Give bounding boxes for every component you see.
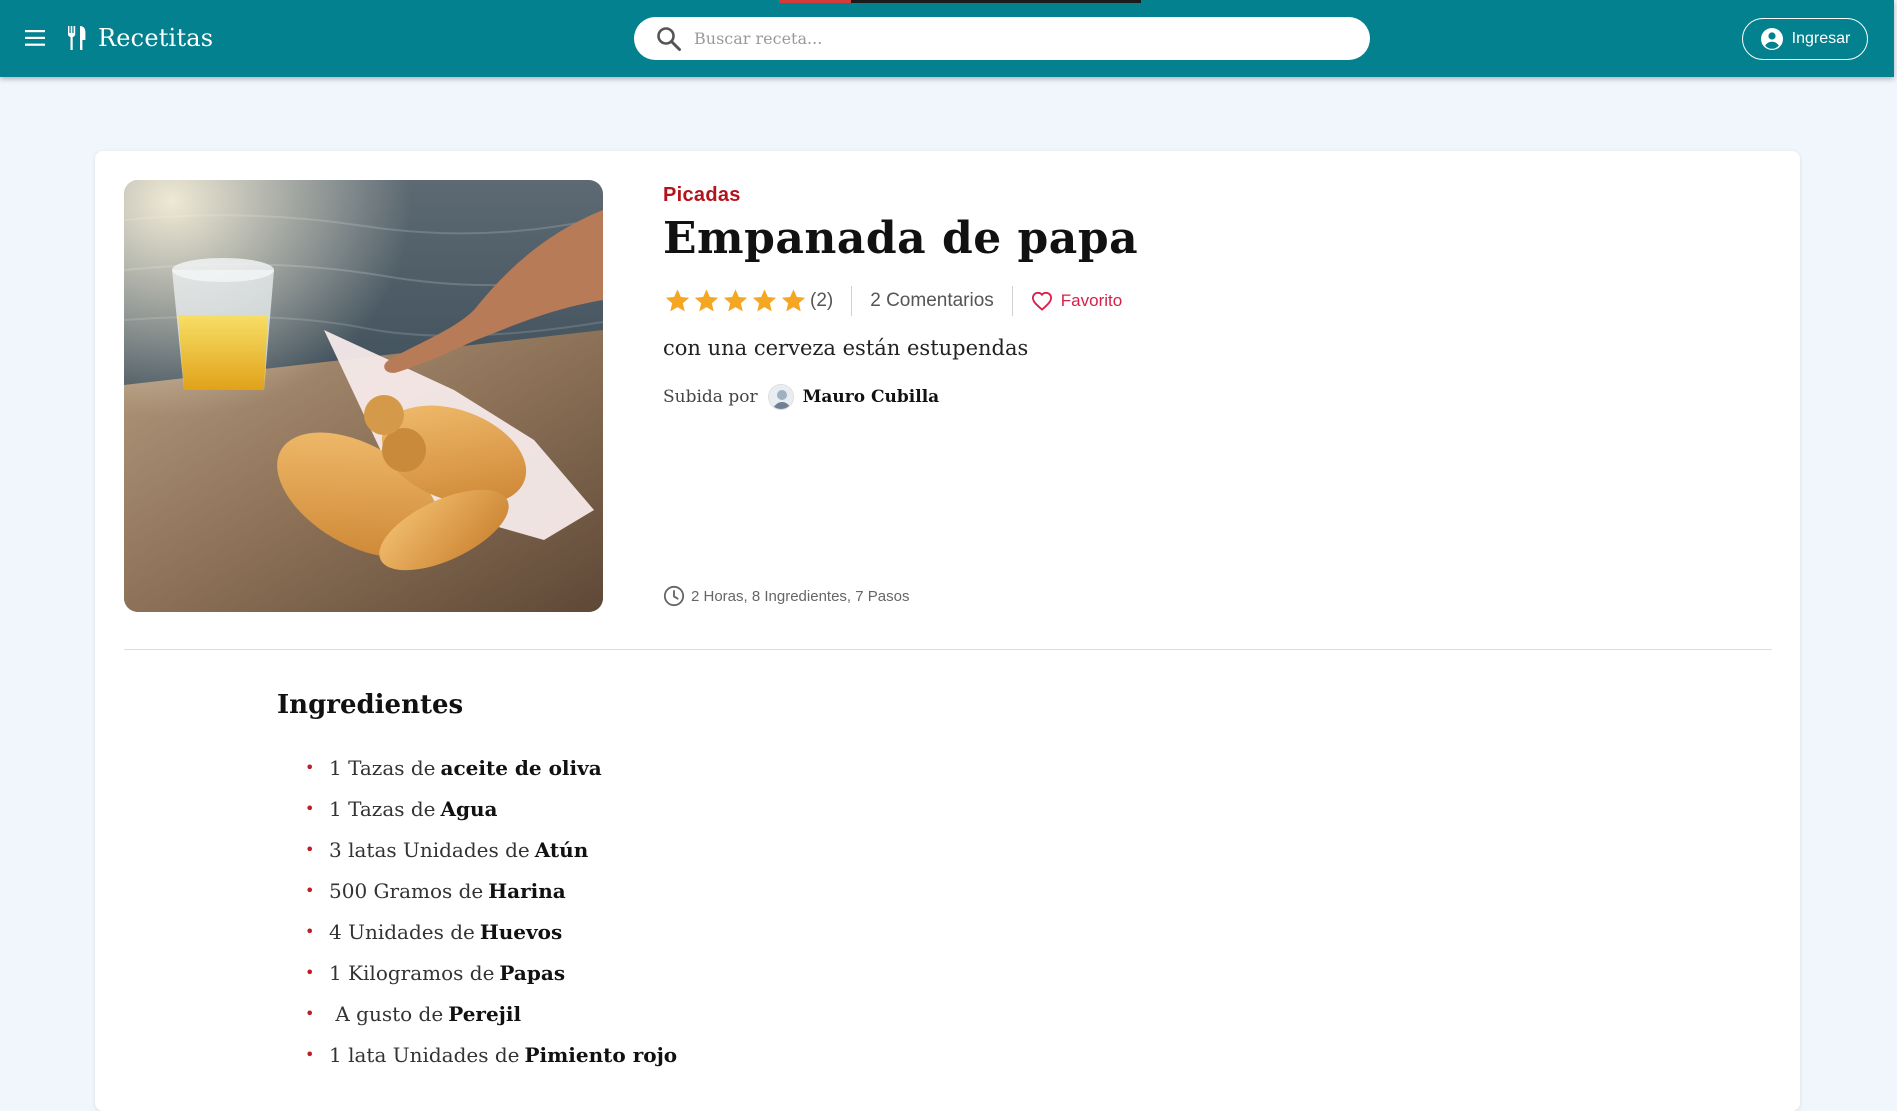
heart-outline-icon [1031,291,1052,311]
bullet-icon: • [305,799,315,818]
bullet-icon: • [305,1004,315,1023]
recipe-summary-text: 2 Horas, 8 Ingredientes, 7 Pasos [691,587,910,605]
recipe-description: con una cerveza están estupendas [663,336,1029,360]
search-icon [657,26,681,51]
brand-name: Recetitas [98,24,214,52]
ingredient-amount: 4 Unidades de [329,919,475,944]
ingredient-amount: A gusto de [329,1001,444,1026]
ingredients-title: Ingredientes [277,690,464,720]
ingredient-item: • 1 Tazas de Agua [305,788,677,829]
bullet-icon: • [305,963,315,982]
menu-button[interactable] [20,22,52,54]
section-divider [124,649,1772,650]
recipe-title: Empanada de papa [663,213,1139,264]
favorite-label: Favorito [1060,291,1123,310]
ingredient-item: • A gusto de Perejil [305,993,677,1034]
bullet-icon: • [305,758,315,777]
brand-link[interactable]: Recetitas [66,18,213,58]
search-input[interactable] [692,28,1332,49]
recipe-card: Picadas Empanada de papa (2) 2 Comentari… [95,151,1800,1111]
comments-link[interactable]: 2 Comentarios [870,290,994,312]
ingredient-item: • 1 Tazas de aceite de oliva [305,747,677,788]
avatar-image [768,385,793,409]
bullet-icon: • [305,881,315,900]
meta-divider [1011,286,1013,316]
author-row: Subida por Mauro Cubilla [663,384,1763,410]
ingredient-item: • 500 Gramos de Harina [305,870,677,911]
ingredient-amount: 1 Tazas de [329,796,436,821]
recipe-meta: (2) 2 Comentarios Favorito [663,284,1763,318]
star-icon [723,289,748,312]
ingredient-name: Harina [488,878,566,903]
loading-progress-bar [779,0,1141,3]
recipe-summary: 2 Horas, 8 Ingredientes, 7 Pasos [663,585,909,607]
bullet-icon: • [305,922,315,941]
avatar[interactable] [767,384,794,410]
star-icon [752,289,777,312]
ingredient-name: aceite de oliva [440,755,602,780]
recipe-category[interactable]: Picadas [663,184,1763,207]
uploaded-by-label: Subida por [663,387,758,407]
ingredient-amount: 1 Tazas de [329,755,436,780]
account-circle-icon [1760,28,1783,50]
ingredient-item: • 4 Unidades de Huevos [305,911,677,952]
ingredient-name: Agua [440,796,498,821]
ingredient-amount: 1 Kilogramos de [329,960,495,985]
search-bar[interactable] [634,17,1370,60]
ingredient-name: Papas [499,960,566,985]
ingredient-name: Atún [534,837,589,862]
bullet-icon: • [305,840,315,859]
ingredient-item: • 1 lata Unidades de Pimiento rojo [305,1034,677,1075]
login-button[interactable]: Ingresar [1742,18,1868,60]
ingredient-item: • 3 latas Unidades de Atún [305,829,677,870]
ingredient-amount: 1 lata Unidades de [329,1042,520,1067]
rating-stars[interactable]: (2) [663,287,833,315]
meta-divider [851,286,853,316]
recipe-image [124,180,603,612]
ingredient-amount: 3 latas Unidades de [329,837,530,862]
ingredient-name: Huevos [479,919,563,944]
empanadas-photo [124,180,603,612]
login-label: Ingresar [1791,30,1851,47]
favorite-button[interactable]: Favorito [1031,291,1122,311]
ingredient-item: • 1 Kilogramos de Papas [305,952,677,993]
star-icon [781,289,806,312]
ingredient-amount: 500 Gramos de [329,878,484,903]
star-icon [694,289,719,312]
menu-icon [25,30,45,46]
ingredient-name: Pimiento rojo [524,1042,678,1067]
clock-icon [663,585,685,607]
star-icon [665,289,690,312]
top-app-bar: Recetitas Ingresar [0,0,1894,77]
loading-progress-indicator [779,0,851,3]
author-name[interactable]: Mauro Cubilla [803,387,940,407]
fork-knife-icon [67,26,86,50]
ingredient-name: Perejil [448,1001,522,1026]
bullet-icon: • [305,1045,315,1064]
ingredients-list: • 1 Tazas de aceite de oliva • 1 Tazas d… [305,747,677,1075]
rating-count: (2) [810,290,834,311]
recipe-info: Picadas Empanada de papa (2) 2 Comentari… [663,180,1763,410]
